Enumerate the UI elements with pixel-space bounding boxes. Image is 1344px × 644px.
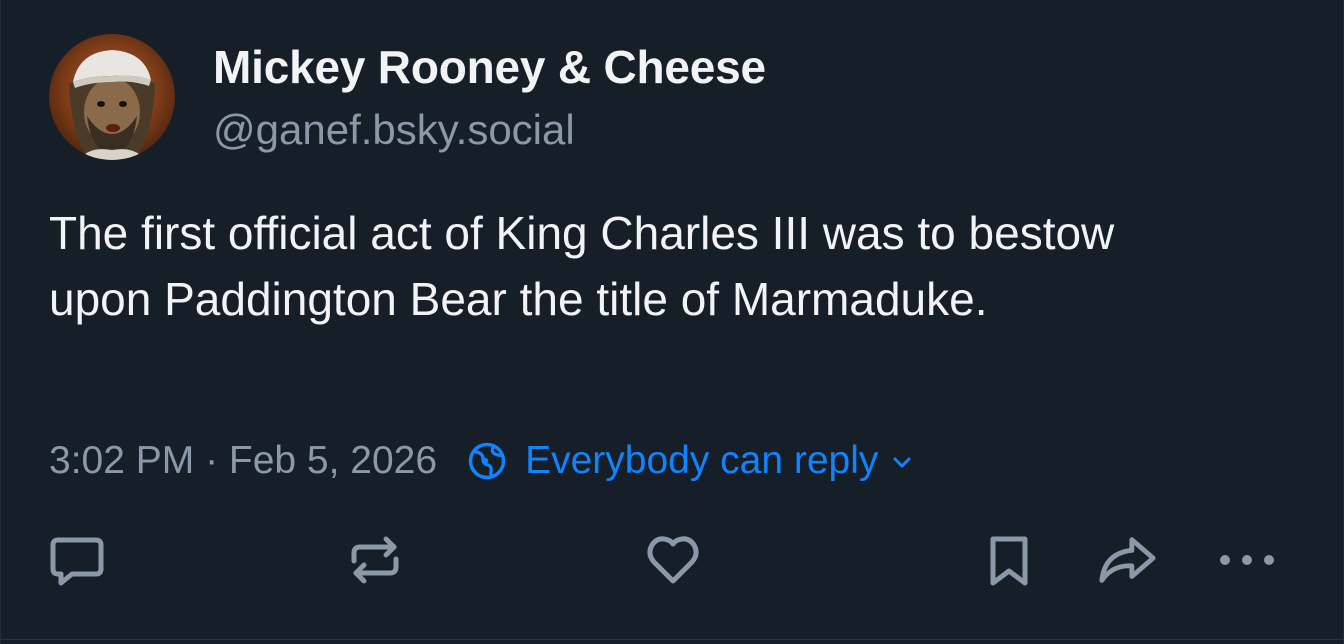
post-text: The first official act of King Charles I… (49, 207, 1115, 325)
chevron-down-icon (893, 457, 911, 468)
author-handle[interactable]: @ganef.bsky.social (213, 106, 575, 154)
share-button[interactable] (1097, 530, 1157, 590)
bookmark-button[interactable] (979, 530, 1039, 590)
post-timestamp[interactable]: 3:02 PM · Feb 5, 2026 (49, 439, 437, 483)
reply-button[interactable] (47, 530, 107, 590)
repost-icon (351, 536, 399, 584)
bookmark-icon (990, 536, 1028, 586)
post-card: Mickey Rooney & Cheese @ganef.bsky.socia… (0, 0, 1344, 644)
avatar[interactable] (49, 34, 175, 160)
more-options-button[interactable] (1217, 530, 1277, 590)
reply-setting-button[interactable]: Everybody can reply (467, 439, 914, 483)
repost-button[interactable] (345, 530, 405, 590)
globe-icon (468, 442, 506, 480)
heart-icon (647, 536, 699, 584)
reply-setting-label: Everybody can reply (525, 439, 879, 482)
like-button[interactable] (643, 530, 703, 590)
ellipsis-icon (1220, 555, 1274, 565)
speech-bubble-icon (50, 537, 104, 586)
author-display-name[interactable]: Mickey Rooney & Cheese (213, 40, 766, 94)
post-meta: 3:02 PM · Feb 5, 2026 Everybody can repl… (49, 436, 914, 486)
share-arrow-icon (1099, 537, 1156, 583)
divider (1, 639, 1343, 640)
